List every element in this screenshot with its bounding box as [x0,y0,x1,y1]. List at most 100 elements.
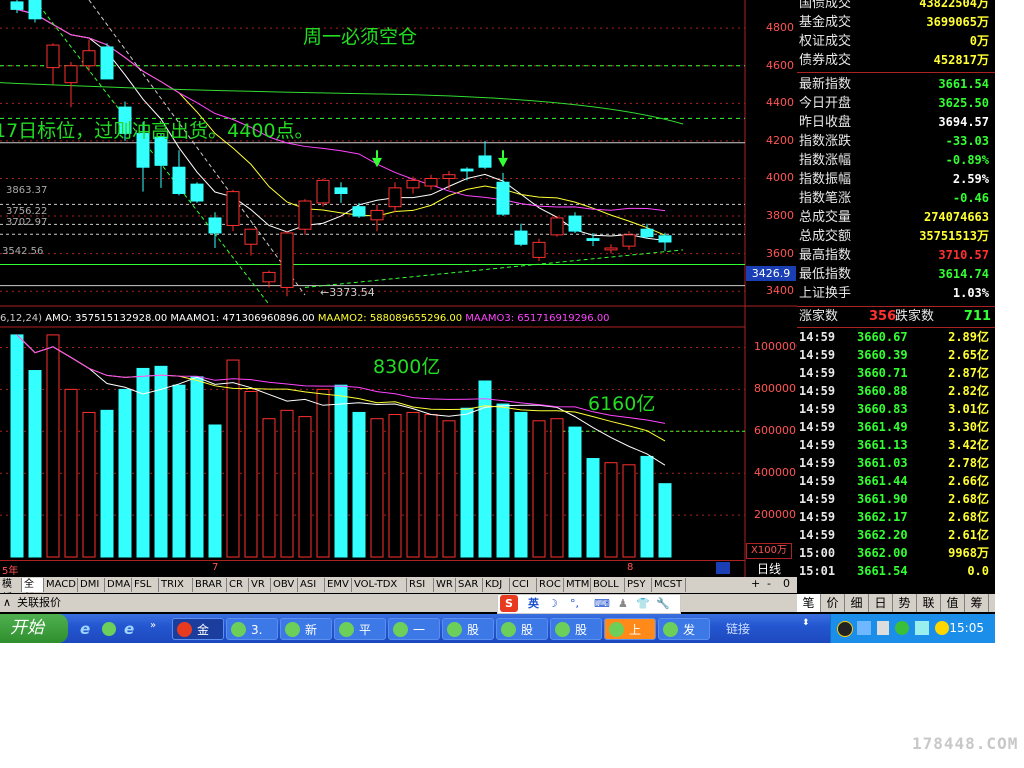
indicator-tab-obv[interactable]: OBV [271,578,298,592]
reset-button[interactable]: 0 [783,577,790,590]
panel-tab-0[interactable]: 笔 [797,594,821,612]
candle [280,231,294,297]
tick-amount: 3.42亿 [948,438,989,452]
taskbar-button[interactable]: 股 [442,618,494,640]
indicator-tab-brar[interactable]: BRAR [193,578,227,592]
stats-label: 权证成交 [799,34,852,49]
taskbar-button[interactable]: 一 [388,618,440,640]
period-label[interactable]: 日线 [757,560,781,577]
panel-tab-2[interactable]: 细 [845,594,869,612]
qq-icon[interactable] [837,621,853,637]
candle [352,202,366,218]
ie-icon[interactable]: e [80,620,90,638]
price-axis-label: 4800 [766,21,794,35]
related-quotes-tab[interactable]: 关联报价 [17,594,61,612]
candle-body [388,187,402,208]
link-expand-icon[interactable]: ⬍ [802,618,810,628]
shield-icon[interactable] [935,621,949,635]
candle-body [460,168,474,172]
index-row: 今日开盘 3625.50 [797,94,993,113]
user-icon[interactable]: ♟ [618,595,628,613]
tick-amount: 9968万 [948,546,989,560]
zoom-out-button[interactable]: - [767,577,771,590]
indicator-tab-dma[interactable]: DMA [105,578,132,592]
tick-amount: 2.78亿 [948,456,989,470]
collapse-button[interactable]: ∧ [3,594,11,612]
taskbar-button[interactable]: 上 [604,618,656,640]
app-icon [555,622,570,637]
browser-icon[interactable]: e [124,620,134,638]
indicator-tab-fsl[interactable]: FSL [132,578,159,592]
indicator-tab-模板[interactable]: 模板 [0,578,22,604]
ime-moon-icon[interactable]: ☽ [548,595,558,613]
panel-tab-6[interactable]: 值 [941,594,965,612]
indicator-tab-sar[interactable]: SAR [456,578,483,592]
tick-time: 14:59 [799,366,836,380]
indicator-tab-psy[interactable]: PSY [625,578,652,592]
clock[interactable]: 15:05 [949,614,984,643]
tick-amount: 2.68亿 [948,492,989,506]
panel-tab-3[interactable]: 日 [869,594,893,612]
taskbar-button[interactable]: 新 [280,618,332,640]
panel-tab-4[interactable]: 势 [893,594,917,612]
start-button[interactable]: 开始 [0,614,68,643]
price-axis-label: 3400 [766,284,794,298]
candle [10,0,24,14]
indicator-tab-boll[interactable]: BOLL [591,578,625,592]
indicator-tab-dmi[interactable]: DMI [78,578,105,592]
indicator-tab-trix[interactable]: TRIX [159,578,193,592]
volume-bar [532,420,546,558]
indicator-tab-vol-tdx[interactable]: VOL-TDX [352,578,407,592]
panel-tab-7[interactable]: 筹 [965,594,989,612]
indicator-tab-mcst[interactable]: MCST [652,578,686,592]
tick-row: 14:59 3660.83 3.01亿 [797,400,993,418]
wrench-icon[interactable]: 🔧 [656,595,670,613]
tick-amount: 2.89亿 [948,330,989,344]
indicator-tab-asi[interactable]: ASI [298,578,325,592]
ime-punct-icon[interactable]: °, [570,595,579,613]
indicator-tab-macd[interactable]: MACD [44,578,78,592]
indicator-tab-cci[interactable]: CCI [510,578,537,592]
taskbar-button[interactable]: 发 [658,618,710,640]
volume-bar [262,418,276,558]
panel-tab-5[interactable]: 联 [917,594,941,612]
taskbar-button[interactable]: 股 [496,618,548,640]
skin-icon[interactable]: 👕 [636,595,650,613]
expand-icon[interactable]: » [150,620,156,631]
ime-lang-toggle[interactable]: 英 [528,595,539,613]
volume-icon[interactable] [877,621,889,635]
candle-body [424,177,438,187]
phone-icon[interactable] [915,621,929,635]
taskbar-button[interactable]: 平 [334,618,386,640]
panel-tab-1[interactable]: 价 [821,594,845,612]
volume-bar [352,411,366,558]
index-row: 上证换手 1.03% [797,284,993,303]
candle-body [658,235,672,243]
taskbar-button[interactable]: 金 [172,618,224,640]
indicator-tab-wr[interactable]: WR [434,578,456,592]
taskbar-button[interactable]: 3. [226,618,278,640]
taskbar-button-label: 一 [413,623,426,637]
indicator-tab-vr[interactable]: VR [249,578,271,592]
indicator-tab-全部[interactable]: 全部 [22,578,44,604]
indicator-tab-roc[interactable]: ROC [537,578,564,592]
ime-toolbar: S 英 ☽ °, ⌨ ♟ 👕 🔧 [497,594,681,614]
indicator-tab-rsi[interactable]: RSI [407,578,434,592]
app-icon[interactable] [102,622,116,636]
network-icon[interactable] [857,621,871,635]
zoom-in-button[interactable]: + [751,577,760,590]
link-toolbar[interactable]: 链接 [726,620,750,637]
keyboard-icon[interactable]: ⌨ [594,595,610,613]
index-row: 昨日收盘 3694.57 [797,113,993,132]
taskbar-button[interactable]: 股 [550,618,602,640]
indicator-tab-mtm[interactable]: MTM [564,578,591,592]
index-label: 指数涨幅 [799,153,852,168]
indicator-tab-emv[interactable]: EMV [325,578,352,592]
indicator-tab-cr[interactable]: CR [227,578,249,592]
ime-logo-icon[interactable]: S [500,595,518,612]
security-icon[interactable] [895,621,909,635]
indicator-tab-kdj[interactable]: KDJ [483,578,510,592]
left-label-4: 3542.56 [2,246,44,257]
scroll-indicator[interactable] [716,562,730,574]
candle [604,244,618,254]
